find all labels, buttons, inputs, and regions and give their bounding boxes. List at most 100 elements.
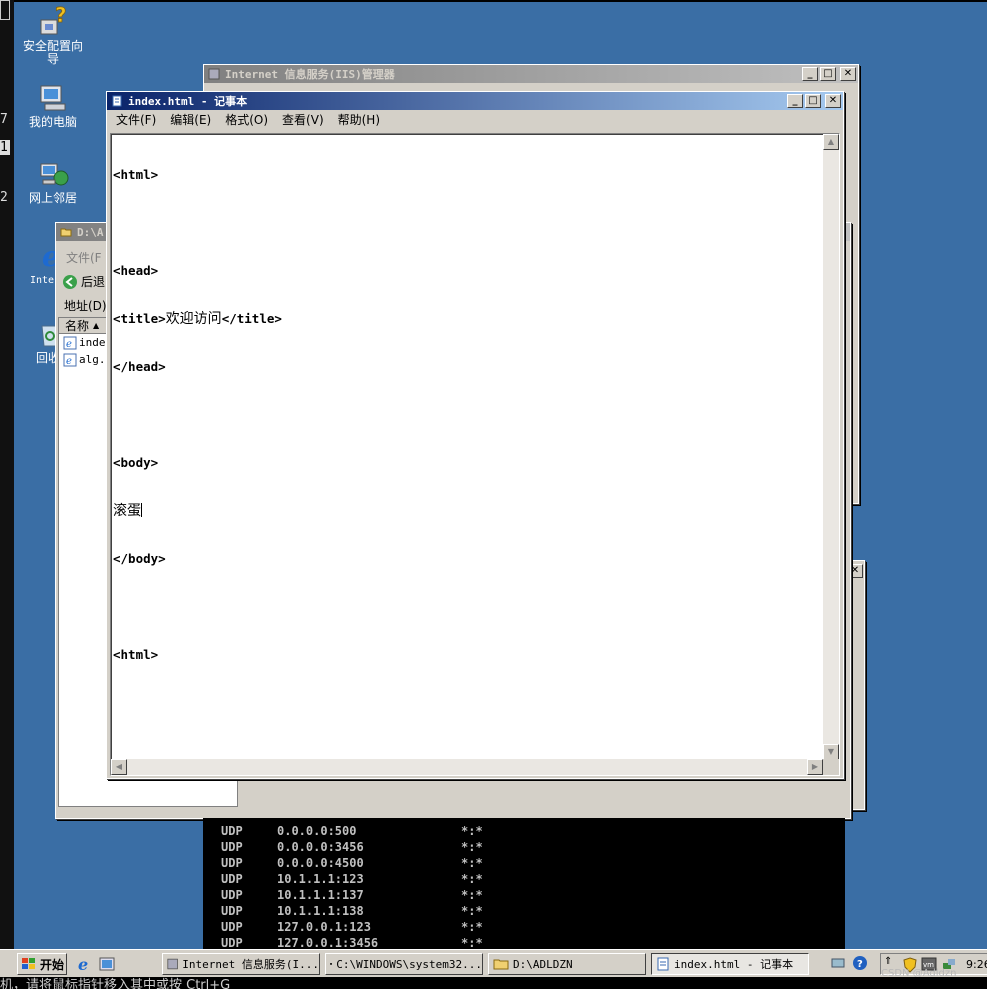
start-button[interactable]: 开始 bbox=[17, 953, 67, 975]
maximize-button[interactable]: □ bbox=[820, 67, 836, 81]
html-file-icon: e bbox=[63, 353, 77, 367]
text-line: <title>欢迎访问</title> bbox=[113, 311, 282, 327]
task-label: index.html - 记事本 bbox=[674, 958, 794, 971]
desktop-icon-label: 安全配置向导 bbox=[22, 39, 83, 66]
vertical-scrollbar[interactable]: ▲ ▼ bbox=[823, 134, 839, 760]
host-left-strip: 7 1 2 bbox=[0, 0, 14, 989]
menu-file[interactable]: 文件(F) bbox=[109, 111, 163, 128]
text-line bbox=[113, 407, 282, 423]
svg-text:e: e bbox=[78, 955, 88, 973]
menu-view[interactable]: 查看(V) bbox=[275, 111, 331, 128]
minimize-button[interactable]: _ bbox=[802, 67, 818, 81]
back-arrow-icon bbox=[63, 274, 77, 289]
svg-text:?: ? bbox=[857, 959, 863, 970]
task-iis-manager[interactable]: Internet 信息服务(I... bbox=[162, 953, 320, 975]
notepad-window-title: index.html - 记事本 bbox=[128, 95, 248, 108]
text-line: 滚蛋 bbox=[113, 503, 141, 519]
horizontal-scrollbar[interactable]: ◀ ▶ bbox=[111, 759, 823, 775]
close-button[interactable]: ✕ bbox=[840, 67, 856, 81]
system-tray: ⇑ vm 9:26 CSDN @Adldzn bbox=[880, 953, 987, 979]
text-line: <html> bbox=[113, 167, 159, 182]
text-caret bbox=[141, 503, 142, 517]
close-button[interactable]: ✕ bbox=[825, 94, 841, 108]
windows-logo-icon bbox=[22, 958, 35, 969]
task-notepad[interactable]: index.html - 记事本 bbox=[651, 953, 809, 975]
scroll-up-button[interactable]: ▲ bbox=[823, 134, 839, 150]
tray-arrow-icon[interactable]: ⇑ bbox=[884, 956, 892, 967]
sort-ascending-icon: ▲ bbox=[93, 321, 100, 330]
host-strip-char: 1 bbox=[0, 140, 10, 155]
scroll-left-button[interactable]: ◀ bbox=[111, 759, 127, 775]
task-label: C:\WINDOWS\system32... bbox=[336, 957, 482, 971]
clock: 9:26 bbox=[966, 958, 987, 971]
task-label: Internet 信息服务(I... bbox=[182, 958, 319, 971]
svg-text:e: e bbox=[66, 339, 72, 350]
menu-format[interactable]: 格式(O) bbox=[218, 111, 275, 128]
minimize-button[interactable]: _ bbox=[787, 94, 803, 108]
notepad-text-area[interactable]: <html> <head> <title>欢迎访问</title> </head… bbox=[110, 133, 840, 776]
iis-icon bbox=[167, 958, 178, 970]
menu-help[interactable]: 帮助(H) bbox=[331, 111, 387, 128]
show-desktop-icon[interactable] bbox=[98, 955, 116, 973]
internet-explorer-icon[interactable]: e bbox=[76, 955, 94, 973]
network-status-icon[interactable] bbox=[830, 955, 846, 971]
explorer-menu-file[interactable]: 文件(F bbox=[66, 249, 102, 266]
text-line: </head> bbox=[113, 359, 166, 374]
help-icon[interactable]: ? bbox=[852, 955, 868, 971]
network-places-icon bbox=[40, 163, 69, 186]
host-status-text: 机，请将鼠标指针移入其中或按 Ctrl+G bbox=[0, 978, 231, 989]
scroll-right-button[interactable]: ▶ bbox=[807, 759, 823, 775]
notepad-content: <html> <head> <title>欢迎访问</title> </head… bbox=[113, 135, 282, 695]
iis-title-bar[interactable]: Internet 信息服务(IIS)管理器 _ □ ✕ bbox=[204, 65, 858, 83]
iis-window-title: Internet 信息服务(IIS)管理器 bbox=[225, 68, 395, 81]
security-wizard-icon: ? bbox=[40, 6, 67, 35]
scroll-down-button[interactable]: ▼ bbox=[823, 744, 839, 760]
text-line bbox=[113, 215, 282, 231]
task-label: D:\ADLDZN bbox=[513, 957, 573, 971]
start-label: 开始 bbox=[40, 957, 65, 972]
file-name: alg. bbox=[79, 353, 106, 366]
html-file-icon: e bbox=[63, 336, 77, 350]
text-line: <head> bbox=[113, 263, 159, 278]
task-command-prompt[interactable]: C:\ C:\WINDOWS\system32... bbox=[325, 953, 483, 975]
notepad-icon bbox=[657, 957, 669, 971]
iis-icon bbox=[208, 68, 220, 80]
taskbar-extra-icons: ? bbox=[830, 955, 868, 971]
host-strip-char: 2 bbox=[0, 190, 8, 205]
text-line bbox=[113, 599, 282, 615]
cmd-icon: C:\ bbox=[330, 963, 333, 965]
text-line: <body> bbox=[113, 455, 159, 470]
menu-edit[interactable]: 编辑(E) bbox=[163, 111, 218, 128]
desktop-icon-label: 网上邻居 bbox=[28, 191, 77, 205]
host-top-line bbox=[14, 0, 987, 2]
scrollbar-corner bbox=[823, 759, 839, 775]
folder-icon bbox=[493, 959, 509, 970]
host-frame-box bbox=[0, 0, 10, 20]
notepad-menu-bar: 文件(F) 编辑(E) 格式(O) 查看(V) 帮助(H) bbox=[107, 110, 843, 128]
folder-icon bbox=[60, 228, 72, 237]
host-strip-char: 7 bbox=[0, 112, 8, 127]
column-header-label: 名称 bbox=[65, 319, 90, 333]
notepad-icon bbox=[112, 95, 122, 107]
taskbar: 开始 e Internet 信息服务(I... C:\ C:\WINDOWS\s… bbox=[0, 949, 987, 979]
maximize-button[interactable]: □ bbox=[805, 94, 821, 108]
quick-launch: e bbox=[76, 953, 116, 975]
desktop-icon-my-computer[interactable]: 我的电脑 bbox=[18, 82, 88, 129]
file-name: inde bbox=[79, 336, 106, 349]
desktop-icon-security-wizard[interactable]: ? 安全配置向导 bbox=[18, 6, 88, 66]
svg-text:?: ? bbox=[55, 6, 67, 27]
text-line-cursor: 滚蛋 bbox=[113, 503, 282, 519]
my-computer-icon bbox=[40, 85, 66, 111]
text-line: </body> bbox=[113, 551, 166, 566]
desktop-icon-label: 我的电脑 bbox=[28, 115, 77, 129]
explorer-back-button[interactable]: 后退 bbox=[62, 273, 105, 290]
desktop-icon-network-places[interactable]: 网上邻居 bbox=[18, 158, 88, 205]
host-status-strip: 机，请将鼠标指针移入其中或按 Ctrl+G bbox=[0, 977, 987, 989]
explorer-back-label: 后退 bbox=[81, 275, 106, 289]
console-window[interactable]: UDP 0.0.0.0:500 *:* UDP 0.0.0.0:3456 *:* UDP… bbox=[203, 818, 845, 950]
text-line: <html> bbox=[113, 647, 159, 662]
explorer-address-label: 地址(D) bbox=[64, 299, 107, 313]
task-explorer[interactable]: D:\ADLDZN bbox=[488, 953, 646, 975]
svg-text:e: e bbox=[66, 356, 72, 367]
notepad-title-bar[interactable]: index.html - 记事本 _ □ ✕ bbox=[107, 92, 843, 110]
